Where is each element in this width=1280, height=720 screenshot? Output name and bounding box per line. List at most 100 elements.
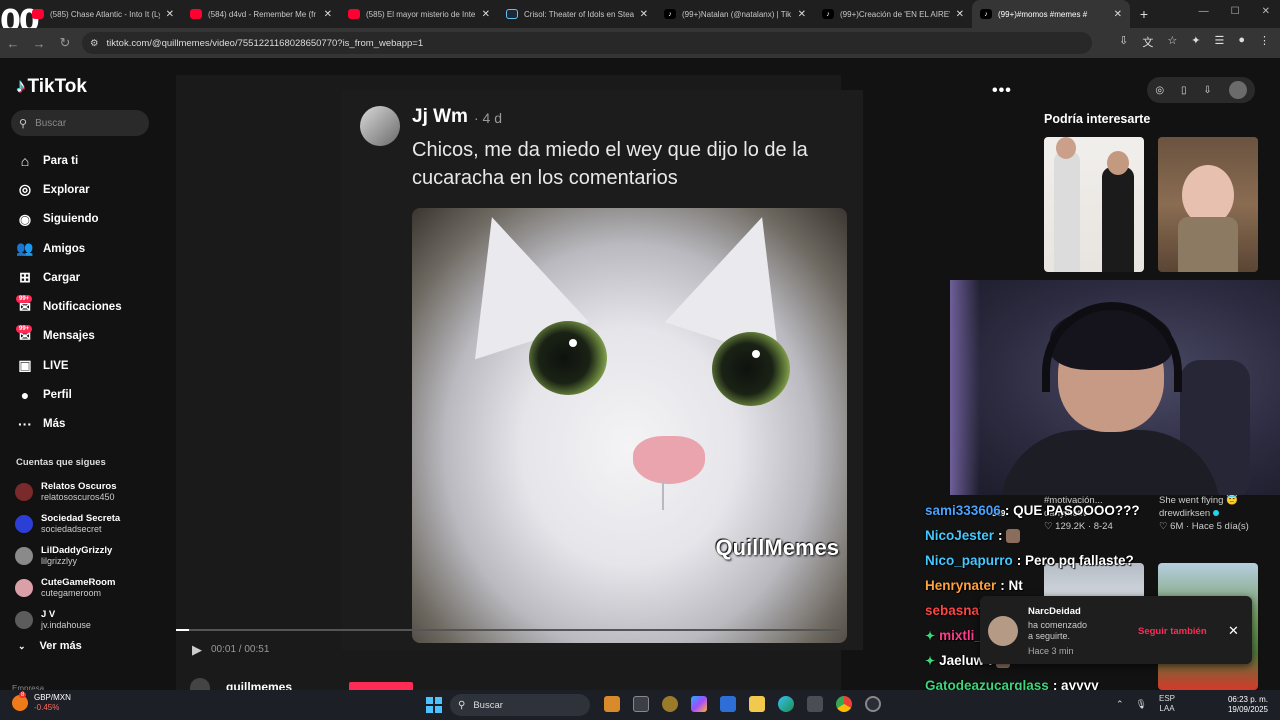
reading-list-icon[interactable]: ☰ bbox=[1214, 34, 1224, 50]
sidebar-item-live[interactable]: ▣ LIVE bbox=[15, 351, 155, 380]
chat-line: NicoJester : bbox=[925, 523, 1140, 548]
account-name: Sociedad Secreta bbox=[41, 513, 121, 524]
address-bar-actions: ⇩ 文 ☆ ✦ ☰ ● ⋮ bbox=[1119, 34, 1270, 50]
install-app-icon[interactable]: ⇩ bbox=[1119, 34, 1128, 50]
sidebar-item-more[interactable]: ··· Más bbox=[15, 410, 155, 439]
search-input[interactable]: ⚲ Buscar bbox=[11, 110, 149, 136]
browser-tab[interactable]: (585) El mayor misterio de Inte ✕ bbox=[340, 0, 498, 28]
toast-username: NarcDeidad bbox=[1028, 606, 1081, 617]
close-tab-icon[interactable]: ✕ bbox=[798, 9, 806, 20]
forward-icon[interactable]: → bbox=[26, 36, 52, 51]
search-icon: ⚲ bbox=[458, 699, 466, 711]
following-account[interactable]: Relatos Oscuros relatososcuros450 bbox=[15, 476, 155, 508]
copilot-icon[interactable] bbox=[691, 696, 707, 712]
browser-tab-bar: 00 (585) Chase Atlantic - Into It (Ly ✕ … bbox=[0, 0, 1280, 39]
sidebar-item-messages[interactable]: ✉ 99+ Mensajes bbox=[15, 322, 155, 351]
site-info-icon[interactable]: ⚙ bbox=[90, 38, 99, 49]
sidebar-item-following[interactable]: ◉ Siguiendo bbox=[15, 205, 155, 234]
following-account[interactable]: J V jv.indahouse bbox=[15, 604, 155, 636]
close-tab-icon[interactable]: ✕ bbox=[640, 9, 648, 20]
following-account[interactable]: CuteGameRoom cutegameroom bbox=[15, 572, 155, 604]
browser-tab[interactable]: (585) Chase Atlantic - Into It (Ly ✕ bbox=[24, 0, 182, 28]
file-explorer-icon[interactable] bbox=[749, 696, 765, 712]
live-icon: ▣ bbox=[18, 357, 32, 374]
sidebar-item-label: Para ti bbox=[43, 154, 79, 167]
browser-menu-icon[interactable]: ⋮ bbox=[1259, 34, 1270, 50]
bookmark-star-icon[interactable]: ☆ bbox=[1167, 34, 1177, 50]
coins-icon[interactable]: ◎ bbox=[1155, 85, 1164, 96]
reload-icon[interactable]: ↻ bbox=[52, 35, 78, 51]
close-tab-icon[interactable]: ✕ bbox=[482, 9, 490, 20]
device-icon[interactable]: ▯ bbox=[1181, 85, 1187, 96]
fox-app-icon[interactable] bbox=[604, 696, 620, 712]
follow-back-button[interactable]: Seguir también bbox=[1138, 626, 1207, 637]
chat-message: : bbox=[998, 528, 1003, 543]
minimize-icon[interactable]: — bbox=[1199, 6, 1209, 17]
sidebar-item-home[interactable]: ⌂ Para ti bbox=[15, 146, 155, 175]
sidebar-item-friends[interactable]: 👥 Amigos bbox=[15, 234, 155, 263]
stock-widget[interactable]: 8 GBP/MXN -0.45% bbox=[12, 692, 71, 713]
app-icon[interactable] bbox=[807, 696, 823, 712]
browser-tab[interactable]: Crisol: Theater of Idols en Stea ✕ bbox=[498, 0, 656, 28]
time-total: 00:51 bbox=[244, 644, 270, 655]
post-time: · 4 d bbox=[474, 110, 503, 126]
taskbar-clock[interactable]: 06:23 p. m. 19/09/2025 bbox=[1196, 695, 1268, 715]
language-indicator[interactable]: ESP LAA bbox=[1159, 694, 1175, 714]
chevron-up-icon[interactable]: ⌃ bbox=[1116, 699, 1124, 710]
close-tab-icon[interactable]: ✕ bbox=[956, 9, 964, 20]
tiktok-app-icon[interactable] bbox=[865, 696, 881, 712]
profile-icon[interactable]: ● bbox=[1238, 34, 1245, 50]
microphone-icon[interactable]: 🎙 bbox=[1136, 699, 1147, 710]
video-progress-bar[interactable] bbox=[176, 629, 841, 631]
more-options-icon[interactable]: ••• bbox=[992, 82, 1012, 100]
card-author[interactable]: drewdirksen bbox=[1159, 508, 1210, 519]
browser-tab[interactable]: (584) d4vd - Remember Me (fr ✕ bbox=[182, 0, 340, 28]
browser-tab[interactable]: ♪ (99+)Natalan (@natalanx) | Tik ✕ bbox=[656, 0, 814, 28]
close-tab-icon[interactable]: ✕ bbox=[166, 9, 174, 20]
close-tab-icon[interactable]: ✕ bbox=[1114, 9, 1122, 20]
chrome-icon[interactable] bbox=[836, 696, 852, 712]
play-icon[interactable]: ▶ bbox=[192, 642, 202, 658]
edge-icon[interactable] bbox=[778, 696, 794, 712]
browser-tab[interactable]: ♪ (99+)#momos #memes # ✕ bbox=[972, 0, 1130, 28]
store-icon[interactable] bbox=[720, 696, 736, 712]
windows-start-icon[interactable] bbox=[426, 697, 442, 713]
steam-icon bbox=[506, 9, 518, 19]
see-more-button[interactable]: ⌄ Ver más bbox=[18, 640, 82, 652]
upload-icon: ⊞ bbox=[19, 269, 31, 286]
url-field[interactable]: ⚙ tiktok.com/@quillmemes/video/755122116… bbox=[82, 32, 1092, 54]
sidebar-item-profile[interactable]: ● Perfil bbox=[15, 380, 155, 409]
task-view-icon[interactable] bbox=[633, 696, 649, 712]
follow-button[interactable] bbox=[349, 682, 413, 690]
browser-tab[interactable]: ♪ (99+)Creación de 'EN EL AIRE' ✕ bbox=[814, 0, 972, 28]
app-icon[interactable] bbox=[662, 696, 678, 712]
translate-icon[interactable]: 文 bbox=[1142, 34, 1153, 50]
chat-line: sami333606 : QUE PASOOOO??? bbox=[925, 498, 1140, 523]
more-icon: ··· bbox=[18, 416, 32, 433]
maximize-icon[interactable]: ☐ bbox=[1231, 6, 1240, 17]
sidebar-item-notifications[interactable]: ✉ 99+ Notificaciones bbox=[15, 292, 155, 321]
close-icon[interactable]: ✕ bbox=[1228, 623, 1239, 639]
taskbar-search[interactable]: ⚲ Buscar bbox=[450, 694, 590, 716]
tab-title: Crisol: Theater of Idols en Stea bbox=[524, 9, 634, 19]
recommended-thumb-1[interactable] bbox=[1044, 137, 1144, 272]
tiktok-logo[interactable]: ♪ TikTok bbox=[16, 76, 87, 98]
following-account[interactable]: Sociedad Secreta sociedadsecret bbox=[15, 508, 155, 540]
window-controls: — ☐ ✕ bbox=[1199, 6, 1270, 17]
account-name: LilDaddyGrizzly bbox=[41, 545, 113, 556]
following-account[interactable]: LilDaddyGrizzly lilgrizzlyy bbox=[15, 540, 155, 572]
sidebar-item-label: Perfil bbox=[43, 389, 72, 402]
webcam-light bbox=[950, 280, 980, 495]
following-title: Cuentas que sigues bbox=[16, 457, 106, 468]
recommended-thumb-2[interactable] bbox=[1158, 137, 1258, 272]
tiktok-note-icon: ♪ bbox=[16, 76, 26, 97]
user-avatar[interactable] bbox=[1228, 81, 1247, 99]
sidebar-item-upload[interactable]: ⊞ Cargar bbox=[15, 263, 155, 292]
download-icon[interactable]: ⇩ bbox=[1203, 85, 1211, 96]
close-window-icon[interactable]: ✕ bbox=[1262, 6, 1270, 17]
extensions-icon[interactable]: ✦ bbox=[1191, 34, 1200, 50]
back-icon[interactable]: ← bbox=[0, 36, 26, 51]
sidebar-item-compass[interactable]: ◎ Explorar bbox=[15, 175, 155, 204]
close-tab-icon[interactable]: ✕ bbox=[324, 9, 332, 20]
new-tab-button[interactable]: + bbox=[1130, 6, 1158, 22]
